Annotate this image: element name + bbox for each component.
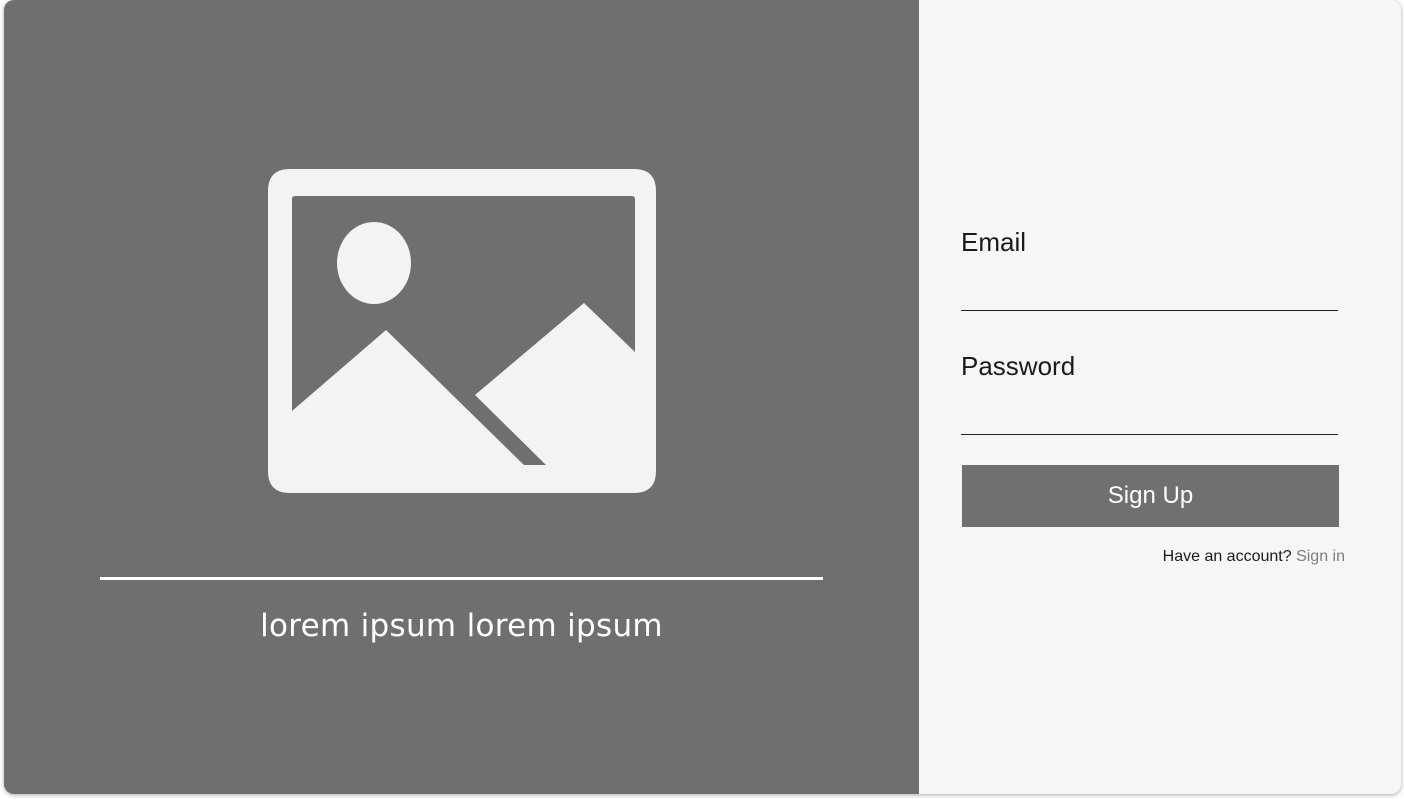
sign-up-button[interactable]: Sign Up <box>962 465 1339 527</box>
sign-in-link[interactable]: Sign in <box>1296 548 1345 565</box>
image-placeholder-icon <box>268 169 656 493</box>
hero-caption: lorem ipsum lorem ipsum <box>260 608 663 644</box>
signup-form: Email Password Sign Up Have an account? … <box>919 0 1401 794</box>
password-label: Password <box>961 351 1076 381</box>
email-label: Email <box>961 227 1027 257</box>
signup-window: lorem ipsum lorem ipsum Email Password S… <box>4 0 1401 794</box>
email-field[interactable] <box>961 276 1338 311</box>
hero-panel: lorem ipsum lorem ipsum <box>4 0 919 794</box>
caption-divider <box>100 577 823 580</box>
account-prompt-line: Have an account? Sign in <box>1163 548 1345 566</box>
password-field[interactable] <box>961 400 1338 435</box>
account-prompt-text: Have an account? <box>1162 548 1292 565</box>
